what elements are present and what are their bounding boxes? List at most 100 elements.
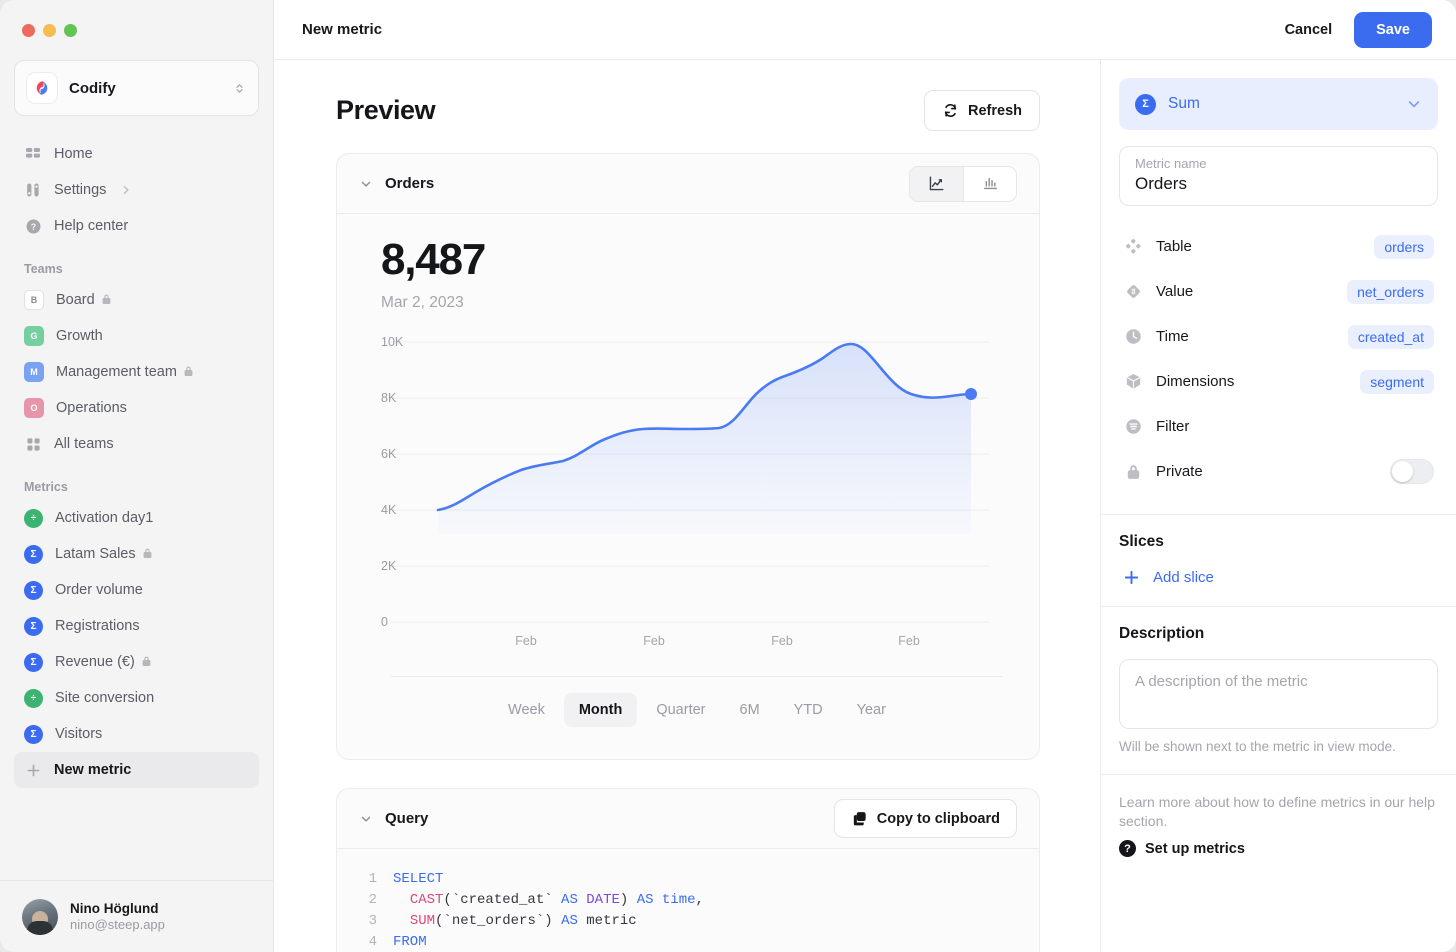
sidebar-item-settings[interactable]: Settings bbox=[14, 172, 259, 208]
property-row-dimensions[interactable]: Dimensions segment bbox=[1119, 359, 1438, 404]
sigma-icon: Σ bbox=[24, 724, 43, 744]
range-year[interactable]: Year bbox=[842, 693, 901, 727]
x-tick-label: Feb bbox=[771, 634, 793, 648]
sidebar-item-revenue[interactable]: Σ Revenue (€) bbox=[14, 644, 259, 680]
x-tick-label: Feb bbox=[898, 634, 920, 648]
sidebar-item-label: Order volume bbox=[55, 582, 143, 598]
sidebar-item-registrations[interactable]: Σ Registrations bbox=[14, 608, 259, 644]
sidebar-item-management-team[interactable]: M Management team bbox=[14, 354, 259, 390]
lock-icon bbox=[142, 547, 153, 559]
range-ytd[interactable]: YTD bbox=[779, 693, 838, 727]
workspace-switcher[interactable]: Codify bbox=[14, 60, 259, 116]
property-chip-time[interactable]: created_at bbox=[1347, 324, 1434, 349]
sidebar-item-home[interactable]: Home bbox=[14, 136, 259, 172]
dashboard-icon bbox=[24, 145, 42, 163]
copy-icon bbox=[851, 810, 868, 827]
y-tick-label: 2K bbox=[381, 559, 397, 573]
sidebar-item-activation-day1[interactable]: ÷ Activation day1 bbox=[14, 500, 259, 536]
team-avatar-growth: G bbox=[24, 326, 44, 346]
sidebar-item-label: Board bbox=[56, 292, 112, 308]
sidebar-item-latam-sales[interactable]: Σ Latam Sales bbox=[14, 536, 259, 572]
sidebar-item-site-conversion[interactable]: ÷ Site conversion bbox=[14, 680, 259, 716]
sidebar-item-label: Home bbox=[54, 146, 93, 162]
y-tick-label: 6K bbox=[381, 447, 397, 461]
sidebar-item-all-teams[interactable]: All teams bbox=[14, 426, 259, 462]
range-week[interactable]: Week bbox=[493, 693, 560, 727]
refresh-button[interactable]: Refresh bbox=[924, 90, 1040, 131]
footer-note: Learn more about how to define metrics i… bbox=[1119, 794, 1435, 829]
property-row-private[interactable]: Private bbox=[1119, 449, 1438, 494]
primary-nav: Home Settings ? Help center bbox=[0, 136, 273, 244]
chart-card-title: Orders bbox=[385, 175, 435, 192]
property-label: Dimensions bbox=[1156, 373, 1235, 390]
metric-name-input[interactable]: Orders bbox=[1135, 174, 1422, 194]
chevron-updown-icon bbox=[233, 82, 246, 95]
save-button[interactable]: Save bbox=[1354, 11, 1432, 48]
lock-icon bbox=[183, 365, 194, 377]
metric-definition-section: Σ Sum Metric name Orders Table orders Va… bbox=[1101, 60, 1456, 514]
sidebar: Codify Home Settings ? Help center Teams… bbox=[0, 0, 273, 952]
add-slice-button[interactable]: Add slice bbox=[1119, 569, 1438, 586]
property-chip-dimensions[interactable]: segment bbox=[1360, 369, 1434, 394]
y-tick-label: 4K bbox=[381, 503, 397, 517]
property-list: Table orders Value net_orders Time creat… bbox=[1119, 224, 1438, 494]
sidebar-item-growth[interactable]: G Growth bbox=[14, 318, 259, 354]
workspace-name: Codify bbox=[69, 79, 116, 97]
range-month[interactable]: Month bbox=[563, 693, 638, 727]
lock-icon bbox=[1123, 462, 1143, 482]
team-avatar-operations: O bbox=[24, 398, 44, 418]
divide-icon: ÷ bbox=[24, 688, 43, 708]
aggregation-select[interactable]: Σ Sum bbox=[1119, 78, 1438, 130]
sidebar-item-new-metric[interactable]: New metric bbox=[14, 752, 259, 788]
sidebar-section-teams: Teams bbox=[24, 262, 63, 276]
sidebar-item-operations[interactable]: O Operations bbox=[14, 390, 259, 426]
range-quarter[interactable]: Quarter bbox=[641, 693, 720, 727]
copy-to-clipboard-button[interactable]: Copy to clipboard bbox=[833, 799, 1017, 838]
description-input[interactable]: A description of the metric bbox=[1119, 659, 1438, 729]
preview-panel: Preview Refresh Orders 8,487 Mar 2, 2023… bbox=[274, 60, 1100, 952]
sql-code-block[interactable]: 1 SELECT 2 CAST(`created_at` AS DATE) AS … bbox=[337, 849, 1039, 952]
chart-body: 8,487 Mar 2, 2023 10K 8K 6K 4K 2K 0 Feb … bbox=[337, 214, 1039, 759]
property-row-table[interactable]: Table orders bbox=[1119, 224, 1438, 269]
team-avatar-board: B bbox=[24, 290, 44, 310]
property-chip-table[interactable]: orders bbox=[1374, 234, 1434, 259]
property-row-filter[interactable]: Filter bbox=[1119, 404, 1438, 449]
sidebar-scroll-area: Home Settings ? Help center Teams B Boar… bbox=[0, 116, 273, 880]
x-tick-label: Feb bbox=[643, 634, 665, 648]
code-line: 2 CAST(`created_at` AS DATE) AS time, bbox=[337, 890, 1039, 911]
chart-view-toggle bbox=[909, 165, 1017, 202]
area-chart: 10K 8K 6K 4K 2K 0 Feb Feb Feb Feb bbox=[381, 334, 1013, 648]
minimize-window-button[interactable] bbox=[43, 23, 56, 37]
cancel-button[interactable]: Cancel bbox=[1269, 14, 1349, 46]
cube-icon bbox=[1123, 372, 1143, 392]
sidebar-item-order-volume[interactable]: Σ Order volume bbox=[14, 572, 259, 608]
private-toggle[interactable] bbox=[1390, 459, 1434, 484]
sidebar-item-label: Registrations bbox=[55, 618, 140, 634]
query-card-header: Query Copy to clipboard bbox=[337, 789, 1039, 849]
sidebar-item-help-center[interactable]: ? Help center bbox=[14, 208, 259, 244]
bar-chart-icon[interactable] bbox=[963, 166, 1016, 201]
set-up-metrics-link[interactable]: ? Set up metrics bbox=[1119, 840, 1438, 857]
chevron-down-icon[interactable] bbox=[359, 812, 373, 826]
sidebar-item-board[interactable]: B Board bbox=[14, 282, 259, 318]
sidebar-item-visitors[interactable]: Σ Visitors bbox=[14, 716, 259, 752]
close-window-button[interactable] bbox=[22, 23, 35, 37]
chevron-down-icon[interactable] bbox=[359, 177, 373, 191]
zoom-window-button[interactable] bbox=[64, 23, 77, 37]
teams-nav: B Board G Growth M Management team O Ope… bbox=[0, 282, 273, 462]
sidebar-section-metrics: Metrics bbox=[24, 480, 68, 494]
sliders-icon bbox=[24, 181, 42, 199]
main-area: New metric Cancel Save Preview Refresh O… bbox=[273, 0, 1456, 952]
description-title: Description bbox=[1119, 625, 1205, 642]
panel-footer: Learn more about how to define metrics i… bbox=[1101, 774, 1456, 877]
line-chart-icon[interactable] bbox=[910, 166, 963, 201]
range-6m[interactable]: 6M bbox=[725, 693, 775, 727]
metric-name-label: Metric name bbox=[1135, 156, 1207, 171]
user-account-bar[interactable]: Nino Höglund nino@steep.app bbox=[0, 880, 273, 952]
property-chip-value[interactable]: net_orders bbox=[1347, 279, 1434, 304]
sigma-icon: Σ bbox=[24, 544, 43, 564]
property-row-value[interactable]: Value net_orders bbox=[1119, 269, 1438, 314]
property-row-time[interactable]: Time created_at bbox=[1119, 314, 1438, 359]
code-line: 3 SUM(`net_orders`) AS metric bbox=[337, 911, 1039, 932]
metric-name-field[interactable]: Metric name Orders bbox=[1119, 146, 1438, 206]
